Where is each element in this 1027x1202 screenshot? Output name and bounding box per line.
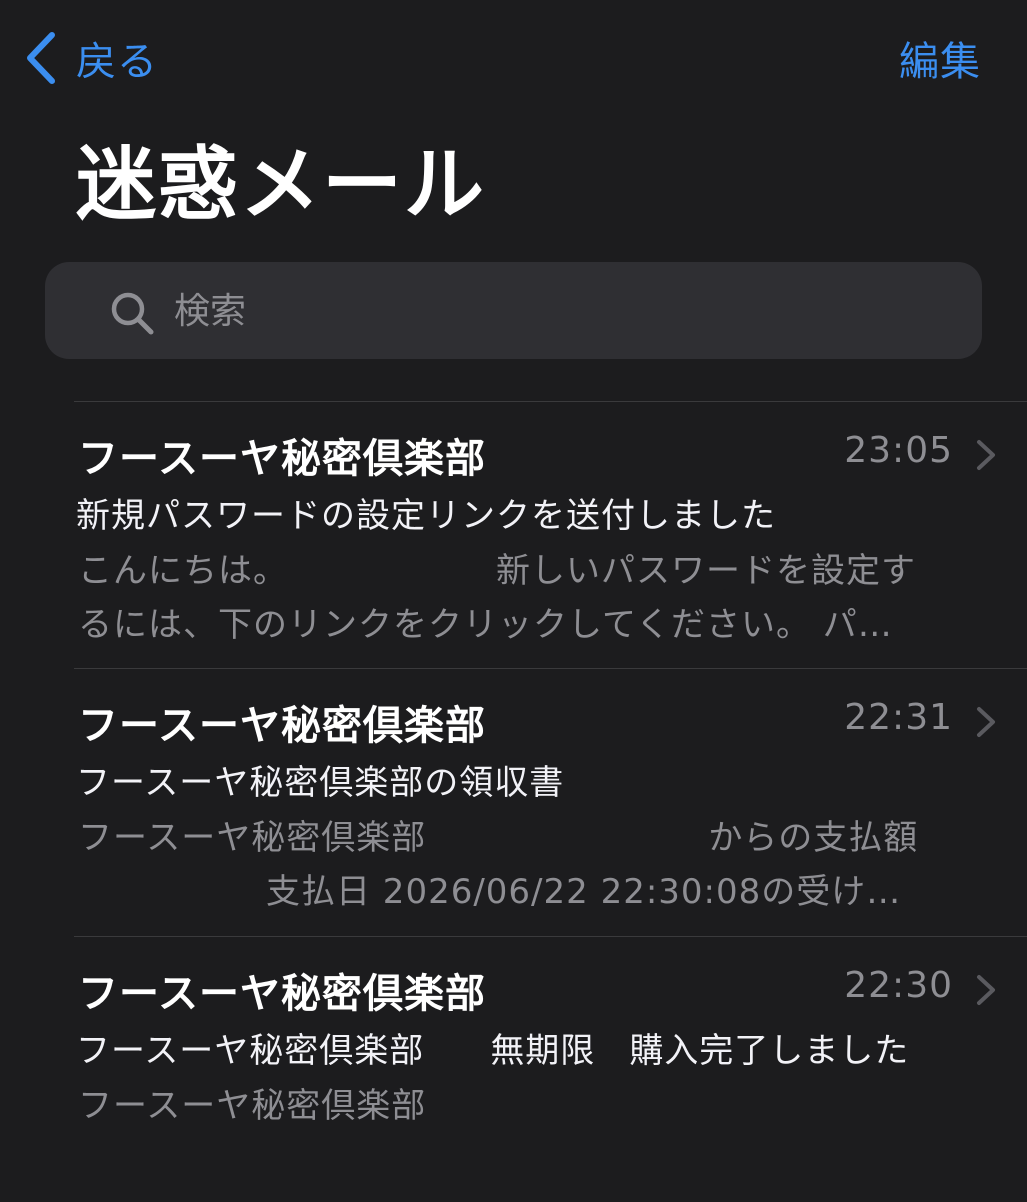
- search-bar[interactable]: [45, 262, 982, 359]
- subject-text: フースーヤ秘密倶楽部: [76, 1031, 425, 1071]
- search-icon: [111, 292, 154, 335]
- sender-name: フースーヤ秘密倶楽部: [78, 436, 486, 482]
- search-input[interactable]: [172, 282, 936, 340]
- mail-list-item[interactable]: フースーヤ秘密倶楽部 22:30 フースーヤ秘密倶楽部 無期限 購入完了しました フ…: [0, 937, 1027, 1202]
- received-time: 22:30: [844, 965, 953, 1006]
- mail-preview: フースーヤ秘密倶楽部: [78, 1079, 973, 1133]
- mail-subject: フースーヤ秘密倶楽部の領収書: [76, 763, 565, 803]
- sender-name: フースーヤ秘密倶楽部: [78, 971, 486, 1017]
- preview-line: フースーヤ秘密倶楽部 からの支払額: [78, 811, 973, 865]
- subject-text: 無期限: [490, 1031, 596, 1071]
- mail-preview: こんにちは。 新しいパスワードを設定す るには、下のリンクをクリックしてください。…: [78, 544, 973, 652]
- sender-name: フースーヤ秘密倶楽部: [78, 703, 486, 749]
- navigation-bar: 戻る 編集: [0, 0, 1027, 120]
- mail-subject: フースーヤ秘密倶楽部 無期限 購入完了しました: [76, 1023, 909, 1072]
- preview-text: からの支払額: [708, 818, 919, 858]
- chevron-right-icon: [977, 707, 995, 737]
- preview-text: こんにちは。: [78, 551, 288, 591]
- edit-button[interactable]: 編集: [899, 30, 981, 86]
- back-button-label: 戻る: [76, 39, 158, 85]
- back-button[interactable]: 戻る: [22, 30, 158, 86]
- preview-text: 支払日 2026/06/22 22:30:08の受け…: [266, 872, 902, 912]
- chevron-right-icon: [977, 975, 995, 1005]
- subject-text: 購入完了しました: [629, 1031, 910, 1071]
- received-time: 22:31: [844, 697, 953, 738]
- preview-line: こんにちは。 新しいパスワードを設定す: [78, 544, 973, 598]
- page-title: 迷惑メール: [76, 138, 486, 231]
- mail-preview: フースーヤ秘密倶楽部 からの支払額 支払日 2026/06/22 22:30:08…: [78, 811, 973, 919]
- mail-list-item[interactable]: フースーヤ秘密倶楽部 22:31 フースーヤ秘密倶楽部の領収書 フースーヤ秘密倶…: [0, 669, 1027, 934]
- chevron-right-icon: [977, 440, 995, 470]
- preview-line: フースーヤ秘密倶楽部: [78, 1086, 427, 1126]
- mail-subject: 新規パスワードの設定リンクを送付しました: [76, 496, 776, 536]
- preview-line: 支払日 2026/06/22 22:30:08の受け…: [78, 865, 973, 919]
- chevron-left-icon: [27, 32, 55, 84]
- preview-text: フースーヤ秘密倶楽部: [78, 818, 427, 858]
- preview-line: るには、下のリンクをクリックしてください。 パ…: [78, 605, 893, 645]
- preview-text: 新しいパスワードを設定す: [496, 551, 916, 591]
- received-time: 23:05: [844, 430, 953, 471]
- mail-list-item[interactable]: フースーヤ秘密倶楽部 23:05 新規パスワードの設定リンクを送付しました こん…: [0, 402, 1027, 667]
